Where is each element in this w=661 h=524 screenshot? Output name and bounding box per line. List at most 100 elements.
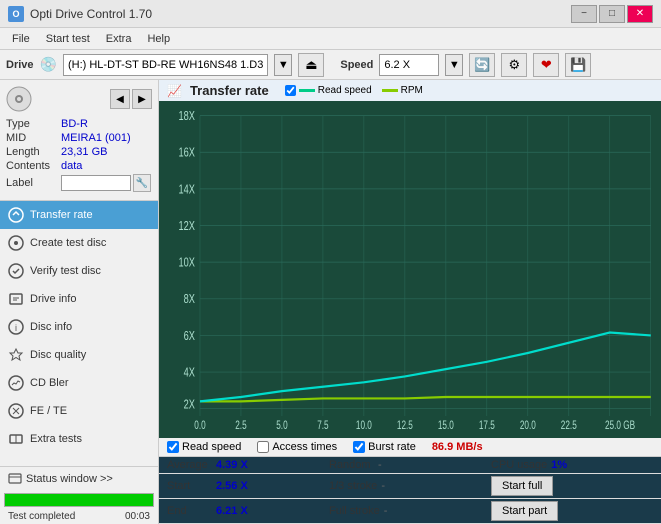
stats-row-3: End 6.21 X Full stroke - Start part bbox=[159, 499, 661, 524]
nav-fe-te[interactable]: FE / TE bbox=[0, 397, 158, 425]
svg-text:4X: 4X bbox=[184, 366, 196, 380]
nav-disc-quality[interactable]: Disc quality bbox=[0, 341, 158, 369]
disc-nav-right[interactable]: ▶ bbox=[132, 89, 152, 109]
svg-text:7.5: 7.5 bbox=[317, 420, 329, 433]
disc-section: ◀ ▶ Type BD-R MID MEIRA1 (001) Length 23… bbox=[0, 80, 158, 201]
menu-help[interactable]: Help bbox=[139, 31, 178, 47]
menu-bar: File Start test Extra Help bbox=[0, 28, 661, 50]
settings-button[interactable]: ⚙ bbox=[501, 53, 527, 77]
disc-info-icon: i bbox=[8, 319, 24, 335]
burst-rate-checkbox[interactable] bbox=[353, 441, 365, 453]
svg-text:10X: 10X bbox=[178, 256, 195, 270]
title-bar-controls: − □ ✕ bbox=[571, 5, 653, 23]
disc-label-input[interactable] bbox=[61, 175, 131, 191]
nav-cd-bler[interactable]: CD Bler bbox=[0, 369, 158, 397]
svg-text:2.5: 2.5 bbox=[235, 420, 247, 433]
disc-svg-icon bbox=[6, 86, 32, 112]
disc-label-row: Label 🔧 bbox=[6, 174, 152, 192]
save-button[interactable]: 💾 bbox=[565, 53, 591, 77]
legend-read-color bbox=[299, 89, 315, 92]
stat-full-stroke: Full stroke - bbox=[329, 501, 491, 521]
minimize-button[interactable]: − bbox=[571, 5, 597, 23]
svg-text:12X: 12X bbox=[178, 220, 195, 234]
chart-svg: 18X 16X 14X 12X 10X 8X 6X 4X 2X 0.0 2.5 … bbox=[159, 101, 661, 438]
status-completed-text: Test completed bbox=[4, 510, 79, 523]
chart-legend: Read speed RPM bbox=[285, 85, 423, 96]
access-times-checkbox[interactable] bbox=[257, 441, 269, 453]
speed-select[interactable]: 6.2 X bbox=[379, 54, 439, 76]
menu-start-test[interactable]: Start test bbox=[38, 31, 98, 47]
nav-items: Transfer rate Create test disc Verify te… bbox=[0, 201, 158, 466]
nav-verify-test-disc[interactable]: Verify test disc bbox=[0, 257, 158, 285]
svg-text:25.0 GB: 25.0 GB bbox=[605, 420, 635, 433]
disc-contents-row: Contents data bbox=[6, 160, 152, 172]
svg-text:15.0: 15.0 bbox=[438, 420, 454, 433]
disc-header: ◀ ▶ bbox=[6, 86, 152, 112]
nav-extra-tests[interactable]: Extra tests bbox=[0, 425, 158, 453]
eject-button[interactable]: ⏏ bbox=[298, 53, 324, 77]
cd-bler-icon bbox=[8, 375, 24, 391]
title-bar: O Opti Drive Control 1.70 − □ ✕ bbox=[0, 0, 661, 28]
status-window-button[interactable]: Status window >> bbox=[0, 467, 158, 491]
stat-end: End 6.21 X bbox=[167, 501, 329, 521]
nav-create-test-disc[interactable]: Create test disc bbox=[0, 229, 158, 257]
title-bar-left: O Opti Drive Control 1.70 bbox=[8, 6, 152, 22]
menu-extra[interactable]: Extra bbox=[98, 31, 140, 47]
disc-type-row: Type BD-R bbox=[6, 118, 152, 130]
nav-transfer-rate[interactable]: Transfer rate bbox=[0, 201, 158, 229]
chart-title-icon: 📈 bbox=[167, 84, 182, 98]
svg-text:20.0: 20.0 bbox=[520, 420, 536, 433]
disc-mid-row: MID MEIRA1 (001) bbox=[6, 132, 152, 144]
fe-te-icon bbox=[8, 403, 24, 419]
chart-area: 18X 16X 14X 12X 10X 8X 6X 4X 2X 0.0 2.5 … bbox=[159, 101, 661, 438]
disc-quality-icon bbox=[8, 347, 24, 363]
read-speed-checkbox[interactable] bbox=[167, 441, 179, 453]
drive-select-arrow[interactable]: ▼ bbox=[274, 54, 292, 76]
svg-text:16X: 16X bbox=[178, 146, 195, 160]
start-full-button[interactable]: Start full bbox=[491, 476, 553, 496]
svg-text:12.5: 12.5 bbox=[397, 420, 413, 433]
transfer-rate-icon bbox=[8, 207, 24, 223]
disc-nav: ◀ ▶ bbox=[110, 89, 152, 109]
stats-row-2: Start 2.56 X 1/3 stroke - Start full bbox=[159, 474, 661, 499]
svg-text:0.0: 0.0 bbox=[194, 420, 206, 433]
menu-file[interactable]: File bbox=[4, 31, 38, 47]
app-icon: O bbox=[8, 6, 24, 22]
burst-rate-value: 86.9 MB/s bbox=[432, 441, 483, 453]
close-button[interactable]: ✕ bbox=[627, 5, 653, 23]
legend-read-checkbox[interactable] bbox=[285, 85, 296, 96]
disc-label-btn[interactable]: 🔧 bbox=[133, 174, 151, 192]
disc-length-row: Length 23,31 GB bbox=[6, 146, 152, 158]
read-speed-checkbox-label[interactable]: Read speed bbox=[167, 441, 241, 453]
info-button[interactable]: ❤ bbox=[533, 53, 559, 77]
stat-1-3-stroke: 1/3 stroke - bbox=[329, 476, 491, 496]
status-time: 00:03 bbox=[121, 510, 154, 523]
maximize-button[interactable]: □ bbox=[599, 5, 625, 23]
drive-bar: Drive 💿 (H:) HL-DT-ST BD-RE WH16NS48 1.D… bbox=[0, 50, 661, 80]
svg-text:17.5: 17.5 bbox=[479, 420, 495, 433]
svg-text:6X: 6X bbox=[184, 329, 196, 343]
nav-drive-info[interactable]: Drive info bbox=[0, 285, 158, 313]
speed-select-arrow[interactable]: ▼ bbox=[445, 54, 463, 76]
stat-average: Average 4.39 X bbox=[167, 459, 329, 471]
title-bar-title: Opti Drive Control 1.70 bbox=[30, 7, 152, 21]
access-times-checkbox-label[interactable]: Access times bbox=[257, 441, 337, 453]
legend-rpm: RPM bbox=[382, 85, 423, 96]
burst-rate-checkbox-label[interactable]: Burst rate bbox=[353, 441, 416, 453]
refresh-button[interactable]: 🔄 bbox=[469, 53, 495, 77]
verify-test-disc-icon bbox=[8, 263, 24, 279]
extra-tests-icon bbox=[8, 431, 24, 447]
drive-select[interactable]: (H:) HL-DT-ST BD-RE WH16NS48 1.D3 bbox=[63, 54, 268, 76]
svg-text:5.0: 5.0 bbox=[276, 420, 288, 433]
start-part-button[interactable]: Start part bbox=[491, 501, 558, 521]
checkboxes-row: Read speed Access times Burst rate 86.9 … bbox=[159, 438, 661, 457]
disc-nav-left[interactable]: ◀ bbox=[110, 89, 130, 109]
svg-text:10.0: 10.0 bbox=[356, 420, 372, 433]
right-panel: 📈 Transfer rate Read speed RPM bbox=[159, 80, 661, 524]
nav-disc-info[interactable]: i Disc info bbox=[0, 313, 158, 341]
chart-header: 📈 Transfer rate Read speed RPM bbox=[159, 80, 661, 101]
speed-label: Speed bbox=[340, 59, 373, 71]
svg-text:2X: 2X bbox=[184, 398, 196, 412]
status-section: Status window >> Test completed 00:03 bbox=[0, 466, 158, 524]
status-window-icon bbox=[8, 472, 22, 486]
